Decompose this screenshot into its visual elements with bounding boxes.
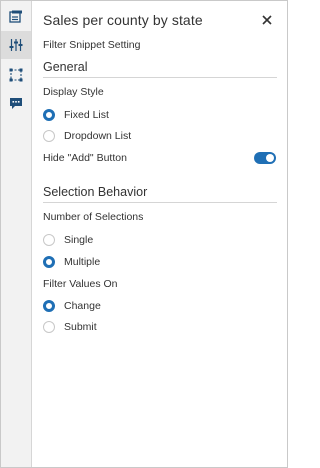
side-rail — [1, 1, 32, 467]
selection-divider — [43, 202, 277, 203]
radio-single[interactable]: Single — [43, 233, 93, 247]
radio-change[interactable]: Change — [43, 299, 101, 313]
radio-selected-icon — [43, 300, 55, 312]
filter-settings-panel: Sales per county by state Filter Snippet… — [32, 1, 287, 467]
radio-multiple[interactable]: Multiple — [43, 255, 100, 269]
radio-dropdown-list-label: Dropdown List — [64, 130, 132, 142]
settings-window: Sales per county by state Filter Snippet… — [0, 0, 288, 468]
rail-selection-button[interactable] — [1, 61, 31, 89]
radio-single-label: Single — [64, 234, 94, 246]
panel-subtitle: Filter Snippet Setting — [43, 39, 141, 51]
radio-change-label: Change — [64, 300, 101, 312]
radio-submit[interactable]: Submit — [43, 320, 97, 334]
comment-icon — [10, 98, 22, 109]
radio-submit-label: Submit — [64, 321, 97, 333]
radio-unselected-icon — [43, 130, 55, 142]
general-heading: General — [43, 60, 88, 74]
selection-box-icon — [9, 68, 23, 82]
radio-dropdown-list[interactable]: Dropdown List — [43, 129, 131, 143]
radio-unselected-icon — [43, 321, 55, 333]
radio-fixed-list[interactable]: Fixed List — [43, 108, 109, 122]
hide-add-button-label: Hide "Add" Button — [43, 152, 127, 164]
rail-report-snippet-button[interactable] — [1, 3, 31, 31]
sliders-icon — [9, 39, 23, 51]
hide-add-button-toggle[interactable] — [254, 152, 276, 164]
panel-title: Sales per county by state — [43, 12, 203, 28]
selection-behavior-heading: Selection Behavior — [43, 185, 148, 199]
radio-selected-icon — [43, 109, 55, 121]
general-divider — [43, 77, 277, 78]
display-style-label: Display Style — [43, 86, 104, 98]
radio-unselected-icon — [43, 234, 55, 246]
radio-selected-icon — [43, 256, 55, 268]
filter-values-on-label: Filter Values On — [43, 278, 118, 290]
number-of-selections-label: Number of Selections — [43, 211, 144, 223]
rail-settings-button[interactable] — [1, 31, 31, 59]
radio-multiple-label: Multiple — [64, 256, 101, 268]
rail-comments-button[interactable] — [1, 89, 31, 117]
toggle-knob — [266, 154, 274, 162]
radio-fixed-list-label: Fixed List — [64, 109, 109, 121]
report-snippet-icon — [9, 10, 22, 23]
close-icon[interactable] — [261, 14, 273, 26]
